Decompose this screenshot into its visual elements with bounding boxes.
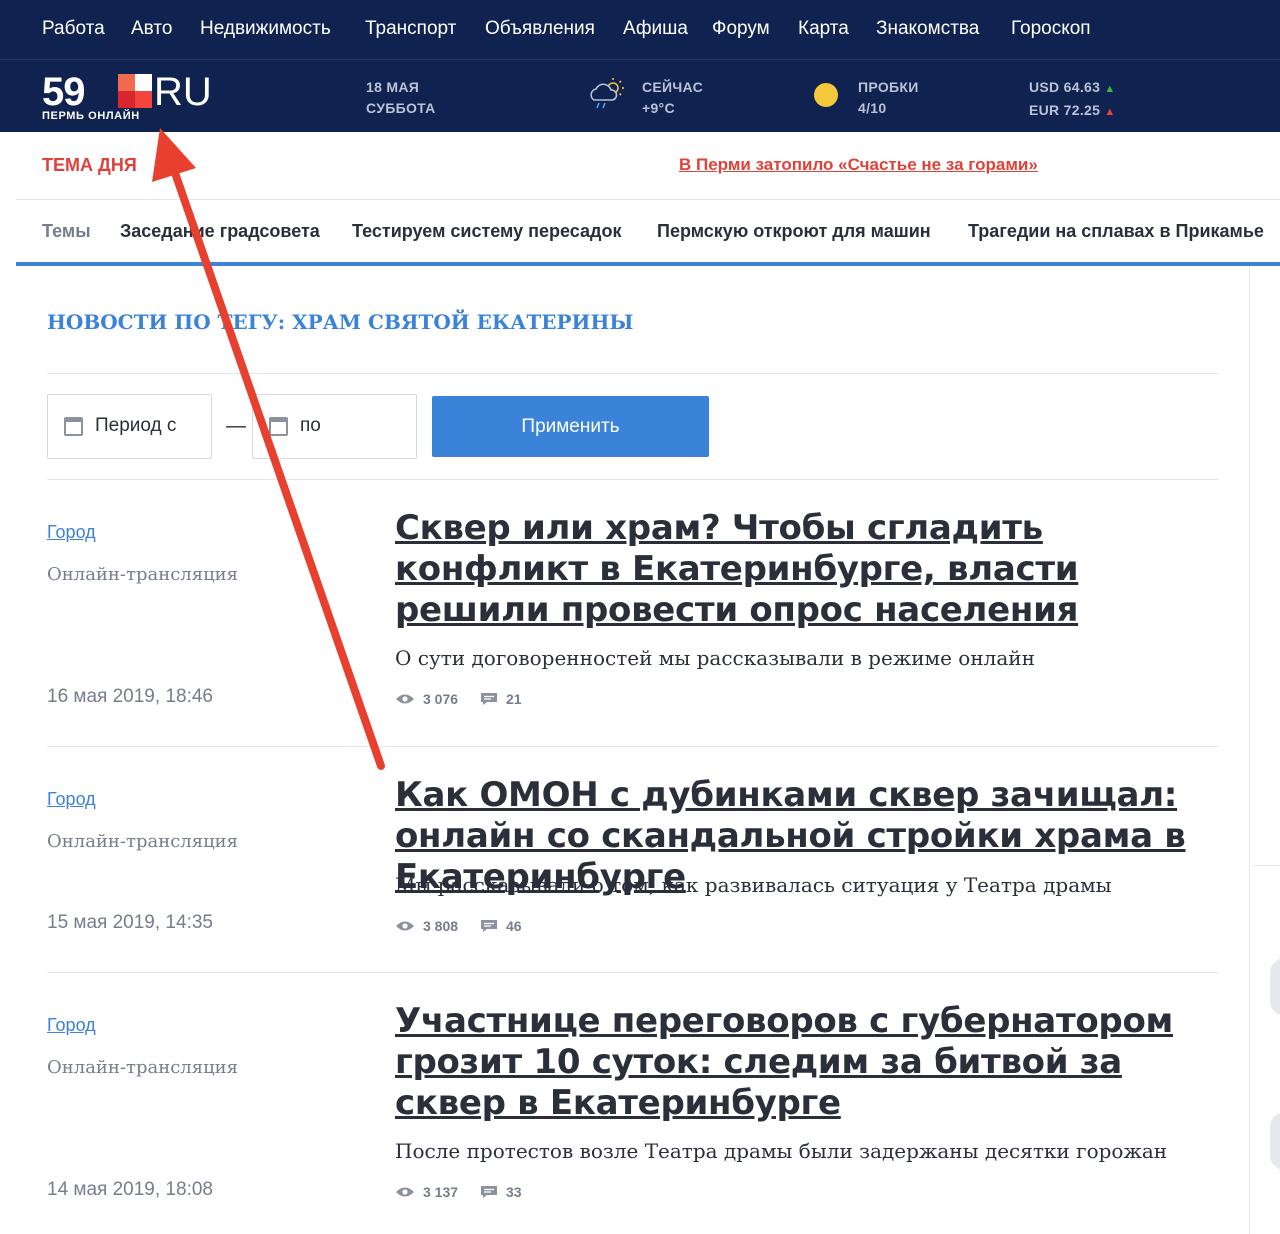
date-from-placeholder: Период с bbox=[95, 415, 177, 436]
article-stats: 3 137 33 bbox=[395, 1183, 540, 1200]
site-logo[interactable]: 59 RU ПЕРМЬ ОНЛАЙН bbox=[42, 72, 214, 122]
article-format: Онлайн-трансляция bbox=[47, 831, 239, 852]
comment-icon bbox=[480, 920, 497, 933]
views-count: 3 137 bbox=[423, 1184, 459, 1201]
traffic-value: 4/10 bbox=[858, 100, 887, 116]
sidebar-divider bbox=[1249, 266, 1250, 1234]
article-date: 15 мая 2019, 14:35 bbox=[47, 912, 213, 933]
article-format: Онлайн-трансляция bbox=[47, 1057, 239, 1078]
sidebar-widget[interactable] bbox=[1270, 1112, 1280, 1170]
divider bbox=[47, 479, 1219, 480]
article-rubric[interactable]: Город bbox=[47, 522, 96, 543]
nav-link-goroskop[interactable]: Гороскоп bbox=[1011, 18, 1091, 40]
date-range-separator: — bbox=[226, 415, 246, 437]
eye-icon bbox=[396, 694, 414, 704]
logo-number: 59 bbox=[42, 70, 85, 114]
article-rubric[interactable]: Город bbox=[47, 1015, 96, 1036]
eye-icon bbox=[396, 1187, 414, 1197]
topic-link-splavy[interactable]: Трагедии на сплавах в Прикамье bbox=[968, 221, 1264, 242]
divider bbox=[47, 373, 1219, 374]
article-lead: Мы рассказывали о том, как развивалась с… bbox=[395, 873, 1112, 897]
eye-icon bbox=[396, 921, 414, 931]
logo-tagline: ПЕРМЬ ОНЛАЙН bbox=[42, 110, 140, 122]
comments-count[interactable]: 33 bbox=[506, 1184, 522, 1200]
article-lead: После протестов возле Театра драмы были … bbox=[395, 1139, 1168, 1163]
traffic-jams[interactable]: ПРОБКИ 4/10 bbox=[858, 77, 919, 119]
weather-icon bbox=[590, 78, 624, 109]
logo-mosaic-icon bbox=[118, 74, 152, 108]
sidebar-divider bbox=[1252, 865, 1280, 866]
article-format: Онлайн-трансляция bbox=[47, 564, 239, 585]
comment-icon bbox=[480, 693, 497, 706]
divider bbox=[47, 972, 1219, 973]
weather-value: +9°C bbox=[642, 100, 675, 116]
article-headline[interactable]: Сквер или храм? Чтобы сгладить конфликт … bbox=[395, 508, 1225, 631]
nav-link-znakomstva[interactable]: Знакомства bbox=[876, 18, 979, 40]
logo-domain: RU bbox=[154, 70, 212, 114]
arrow-up-icon: ▲ bbox=[1104, 83, 1116, 95]
views-count: 3 808 bbox=[423, 918, 459, 935]
article-stats: 3 076 21 bbox=[395, 690, 540, 707]
date-weekday: СУББОТА bbox=[366, 100, 436, 116]
comment-icon bbox=[480, 1186, 497, 1199]
currency-rates[interactable]: USD 64.63 ▲ EUR 72.25 ▲ bbox=[1029, 77, 1116, 123]
current-date: 18 МАЯ СУББОТА bbox=[366, 77, 436, 119]
divider bbox=[16, 199, 1280, 200]
weather-label: СЕЙЧАС bbox=[642, 79, 704, 95]
date-to-field[interactable]: по bbox=[252, 394, 417, 459]
apply-button[interactable]: Применить bbox=[432, 396, 709, 457]
traffic-label: ПРОБКИ bbox=[858, 79, 919, 95]
topic-link-peresadki[interactable]: Тестируем систему пересадок bbox=[352, 221, 621, 242]
top-navigation: Работа Авто Недвижимость Транспорт Объяв… bbox=[0, 0, 1280, 60]
weather-now[interactable]: СЕЙЧАС +9°C bbox=[642, 77, 703, 119]
nav-link-forum[interactable]: Форум bbox=[712, 18, 770, 40]
topic-link-permskaya[interactable]: Пермскую откроют для машин bbox=[657, 221, 931, 242]
views-count: 3 076 bbox=[423, 691, 459, 708]
article-rubric[interactable]: Город bbox=[47, 789, 96, 810]
arrow-up-icon: ▲ bbox=[1104, 106, 1116, 118]
topics-underline bbox=[16, 262, 1280, 266]
nav-link-nedvizhimost[interactable]: Недвижимость bbox=[200, 18, 331, 40]
nav-link-karta[interactable]: Карта bbox=[798, 18, 849, 40]
article-date: 14 мая 2019, 18:08 bbox=[47, 1179, 213, 1200]
calendar-icon bbox=[269, 417, 288, 436]
nav-link-avto[interactable]: Авто bbox=[131, 18, 172, 40]
nav-link-rabota[interactable]: Работа bbox=[42, 18, 105, 40]
divider bbox=[47, 746, 1219, 747]
page-title: НОВОСТИ ПО ТЕГУ: ХРАМ СВЯТОЙ ЕКАТЕРИНЫ bbox=[47, 310, 634, 334]
theme-of-day-label: ТЕМА ДНЯ bbox=[42, 155, 137, 175]
sidebar-widget[interactable] bbox=[1270, 958, 1280, 1016]
article-date: 16 мая 2019, 18:46 bbox=[47, 686, 213, 707]
date-to-placeholder: по bbox=[300, 415, 321, 436]
date-day: 18 МАЯ bbox=[366, 79, 420, 95]
eur-rate: EUR 72.25 bbox=[1029, 102, 1101, 118]
nav-link-obyavleniya[interactable]: Объявления bbox=[485, 18, 595, 40]
usd-rate: USD 64.63 bbox=[1029, 79, 1101, 95]
calendar-icon bbox=[64, 417, 83, 436]
site-header: 59 RU ПЕРМЬ ОНЛАЙН 18 МАЯ СУББОТА СЕЙЧАС… bbox=[0, 60, 1280, 132]
article-lead: О сути договоренностей мы рассказывали в… bbox=[395, 646, 1035, 670]
topics-label: Темы bbox=[42, 221, 91, 241]
comments-count[interactable]: 21 bbox=[506, 691, 522, 707]
article-headline[interactable]: Участнице переговоров с губернатором гро… bbox=[395, 1001, 1225, 1124]
sun-icon bbox=[814, 83, 838, 107]
date-from-field[interactable]: Период с bbox=[47, 394, 212, 459]
topic-link-gradsovet[interactable]: Заседание градсовета bbox=[120, 221, 320, 242]
nav-link-transport[interactable]: Транспорт bbox=[365, 18, 456, 40]
comments-count[interactable]: 46 bbox=[506, 918, 522, 934]
article-stats: 3 808 46 bbox=[395, 917, 540, 934]
theme-of-day-link[interactable]: В Перми затопило «Счастье не за горами» bbox=[679, 155, 1038, 175]
nav-link-afisha[interactable]: Афиша bbox=[623, 18, 688, 40]
